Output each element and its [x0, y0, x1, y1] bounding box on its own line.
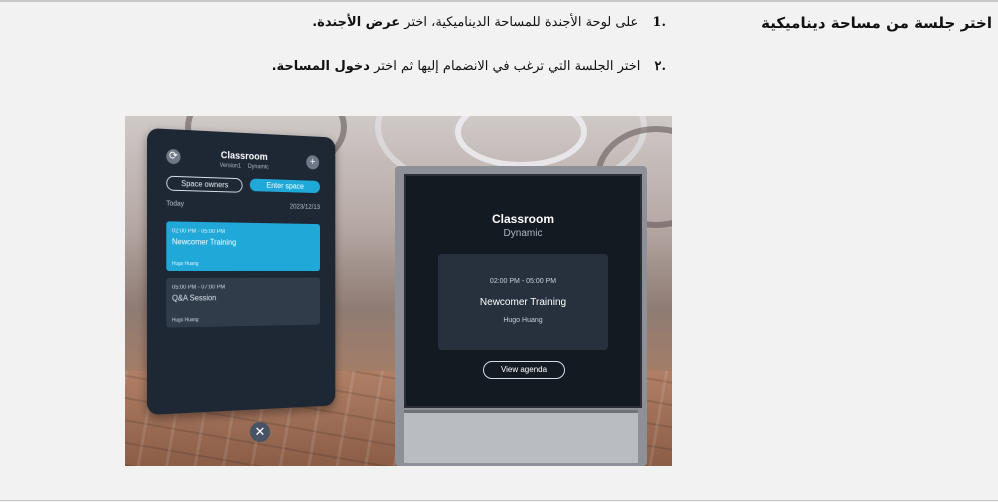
step-2-number: .٢ — [654, 59, 666, 74]
kiosk-screen: Classroom Dynamic 02:00 PM - 05:00 PM Ne… — [404, 174, 642, 408]
session-time: 05:00 PM - 07:00 PM — [172, 284, 226, 291]
session-host: Hugo Huang — [172, 317, 199, 324]
step-1-text: على لوحة الأجندة للمساحة الديناميكية، اخ… — [404, 15, 639, 30]
space-owners-button[interactable]: Space owners — [166, 175, 243, 193]
agenda-panel: ⟳ Classroom Version1 Dynamic + Space own… — [147, 128, 336, 415]
step-2-text: اختر الجلسة التي ترغب في الانضمام إليها … — [374, 59, 641, 74]
session-card-selected[interactable]: 02:00 PM - 05:00 PM Newcomer Training Hu… — [166, 221, 320, 272]
space-kiosk: Classroom Dynamic 02:00 PM - 05:00 PM Ne… — [395, 166, 647, 466]
session-card[interactable]: 05:00 PM - 07:00 PM Q&A Session Hugo Hua… — [166, 277, 320, 328]
bottom-rule — [0, 500, 998, 501]
session-title: Q&A Session — [172, 293, 217, 303]
vr-screenshot: ⟳ Classroom Version1 Dynamic + Space own… — [125, 116, 672, 466]
session-title: Newcomer Training — [172, 237, 237, 247]
kiosk-subtitle: Dynamic — [503, 228, 543, 239]
kiosk-session-card: 02:00 PM - 05:00 PM Newcomer Training Hu… — [438, 254, 608, 350]
step-1: .1 على لوحة الأجندة للمساحة الديناميكية،… — [312, 15, 666, 30]
step-1-emphasis: عرض الأجندة. — [312, 15, 401, 30]
view-agenda-button[interactable]: View agenda — [483, 361, 565, 379]
kiosk-base — [404, 410, 638, 463]
step-2-emphasis: دخول المساحة. — [271, 59, 370, 74]
kiosk-session-title: Newcomer Training — [479, 297, 567, 308]
top-rule — [0, 0, 998, 2]
session-host: Hugo Huang — [172, 261, 199, 268]
add-icon[interactable]: + — [306, 155, 320, 170]
close-icon[interactable]: ✕ — [250, 422, 270, 442]
today-label: Today — [166, 200, 185, 208]
agenda-date: 2023/12/13 — [289, 203, 320, 211]
kiosk-session-time: 02:00 PM - 05:00 PM — [489, 278, 557, 285]
session-time: 02:00 PM - 05:00 PM — [172, 228, 226, 236]
kiosk-session-host: Hugo Huang — [503, 317, 543, 324]
kiosk-title: Classroom — [491, 212, 555, 226]
step-2: .٢ اختر الجلسة التي ترغب في الانضمام إلي… — [272, 59, 666, 74]
step-1-number: .1 — [652, 15, 666, 30]
panel-version: Version1 — [219, 162, 241, 170]
enter-space-button[interactable]: Enter space — [249, 178, 320, 194]
section-heading: اختر جلسة من مساحة ديناميكية — [761, 14, 992, 32]
panel-type: Dynamic — [247, 164, 269, 171]
